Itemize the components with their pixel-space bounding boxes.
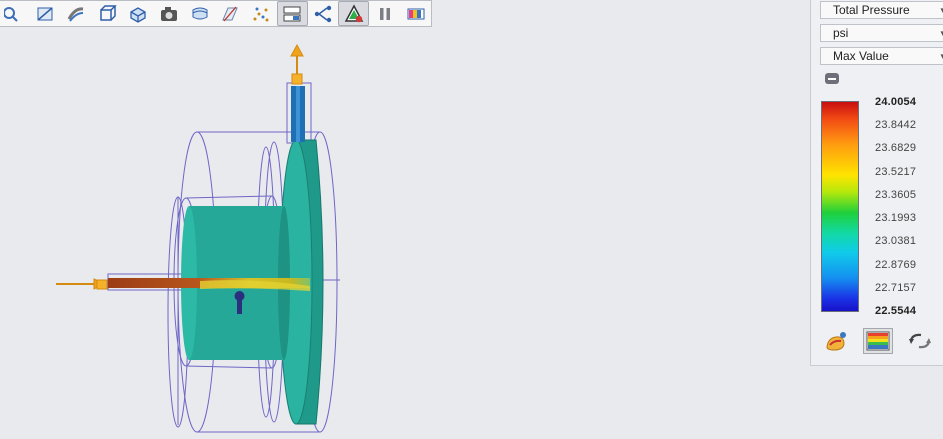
legend-tick: 22.8769 [875,259,917,271]
plot-settings-button[interactable] [276,1,308,26]
shaded-contour-icon [866,331,890,351]
section-plane-icon [37,6,53,21]
color-legend-button[interactable] [400,1,431,26]
streamline-button[interactable] [61,1,92,26]
outlet-pipe [291,86,305,142]
section-plane-button[interactable] [30,1,61,26]
legend-tick: 22.7157 [875,282,917,294]
3d-viewport[interactable] [0,0,943,439]
zoom-icon [4,6,19,22]
unit-select[interactable]: psi ▾ [820,24,943,42]
plot-settings-icon [283,6,301,21]
legend-tick: 23.3605 [875,189,917,201]
color-legend-bar [821,101,859,312]
box-view-icon [100,4,117,21]
swap-arrows-icon [909,333,931,349]
legend-tick: 23.8442 [875,119,917,131]
pause-button[interactable] [369,1,400,26]
streamline-icon [67,6,84,22]
flow-path-button[interactable] [308,1,339,26]
unit-value: psi [833,26,849,40]
range-mode-select[interactable]: Max Value ▾ [820,47,943,65]
results-panel: Total Pressure ▾ psi ▾ Max Value ▾ 24.00… [810,0,943,366]
camera-button[interactable] [153,1,184,26]
surface-icon [192,7,208,19]
view-toolbar [0,0,432,27]
triangle-results-icon [344,3,364,22]
plane-clip-button[interactable] [215,1,246,26]
box-view-button[interactable] [92,1,123,26]
iso-view-icon [130,6,146,23]
particle-trace-icon [253,7,269,21]
legend-tick: 23.0381 [875,235,917,247]
zoom-button[interactable] [0,1,30,26]
quantity-select[interactable]: Total Pressure ▾ [820,1,943,19]
legend-tick: 23.1993 [875,212,917,224]
inlet-flow-arrow [56,278,108,290]
camera-icon [160,6,177,21]
legend-tick-max: 24.0054 [875,96,917,108]
results-display-icon [826,332,846,351]
legend-tick: 23.6829 [875,142,917,154]
plane-clip-icon [222,6,239,21]
flow-path-icon [314,5,332,22]
collapse-legend-button[interactable] [825,73,839,84]
particle-trace-button[interactable] [246,1,277,26]
shaded-contour-button[interactable] [863,328,893,354]
pause-icon [379,7,390,20]
surface-button[interactable] [184,1,215,26]
outlet-flow-arrow [290,43,304,85]
quantity-value: Total Pressure [833,3,910,17]
legend-tick: 23.5217 [875,166,917,178]
range-mode-value: Max Value [833,49,889,63]
swap-button[interactable] [905,328,935,354]
legend-tick-min: 22.5544 [875,305,917,317]
iso-view-button[interactable] [122,1,153,26]
results-display-button[interactable] [821,328,851,354]
results-triangle-button[interactable] [338,1,370,26]
color-legend-icon [407,8,425,19]
